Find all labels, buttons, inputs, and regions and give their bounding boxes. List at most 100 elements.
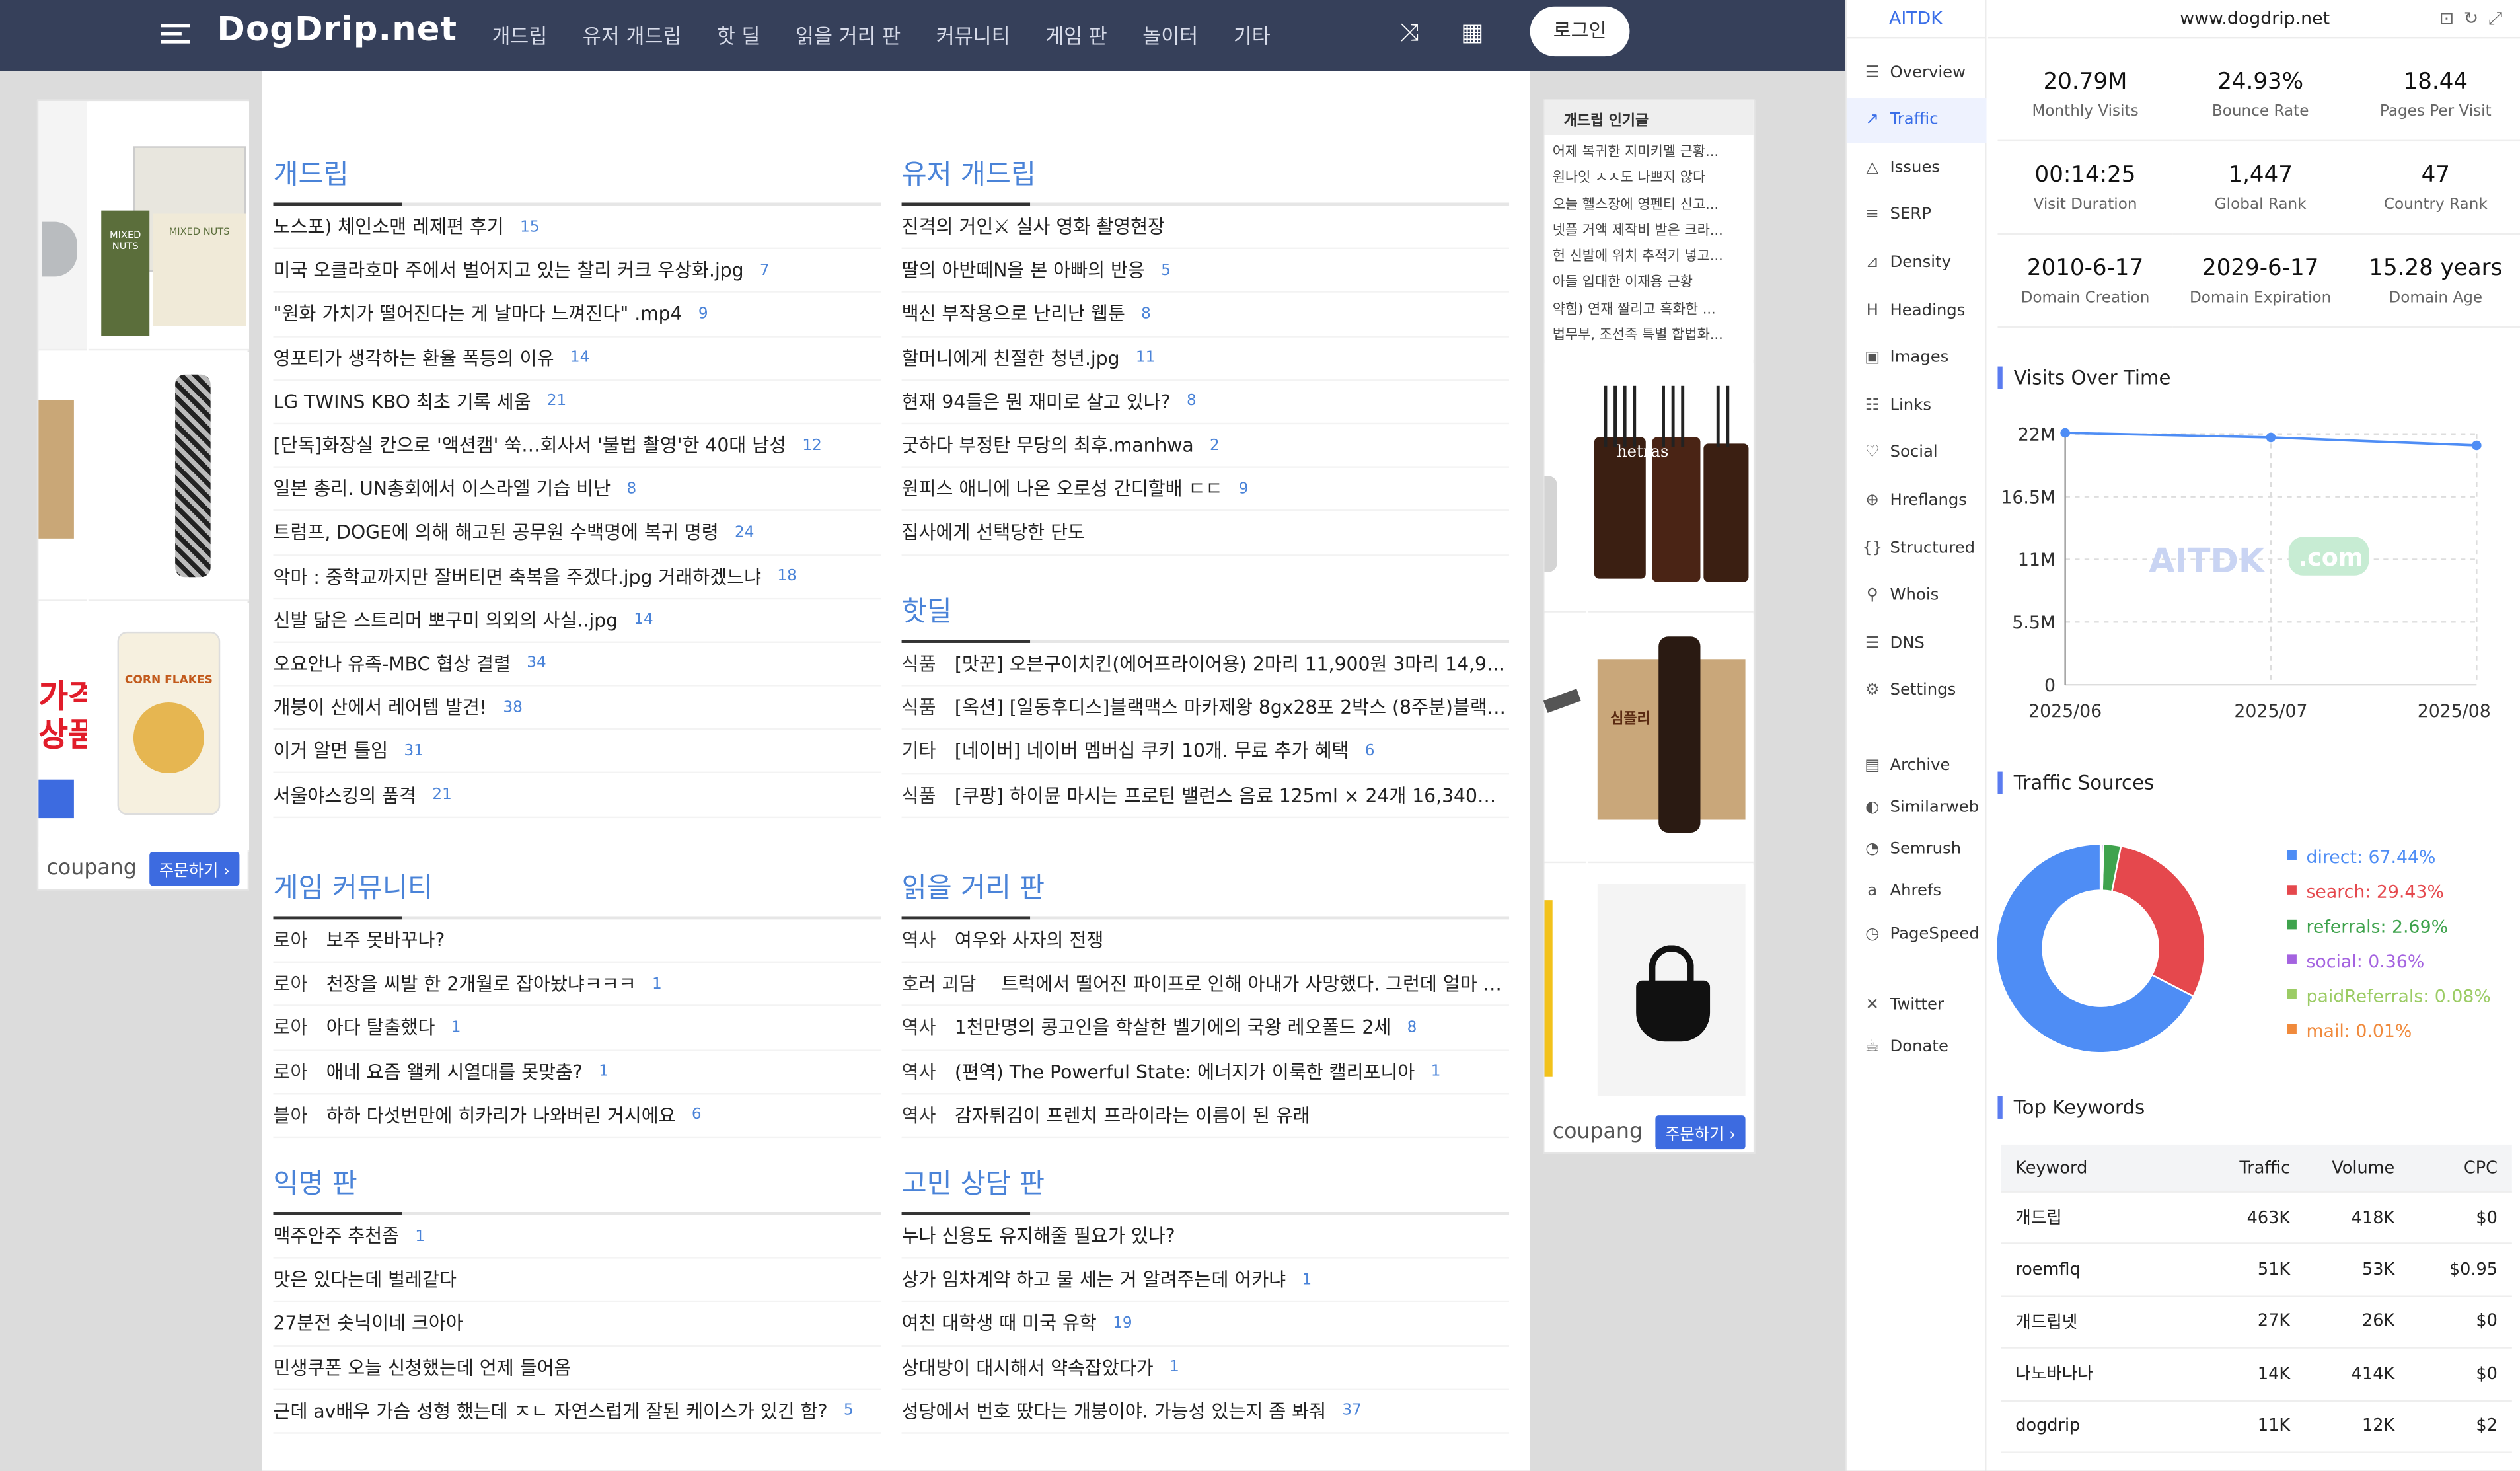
section-title[interactable]: 고민 상담 판 — [902, 1157, 1509, 1212]
sidebar-item-headings[interactable]: H Headings — [1847, 287, 1987, 332]
post-title[interactable]: 민생쿠폰 오늘 신청했는데 언제 들어옴 — [274, 1355, 572, 1380]
post-title[interactable]: 노스포) 체인소맨 레제편 후기 — [274, 214, 504, 240]
post-row[interactable]: 기타 [네이버] 네이버 멤버십 쿠키 10개. 무료 추가 혜택 6 — [901, 730, 1510, 774]
post-row[interactable]: 맛은 있다는데 벌레같다 — [273, 1259, 881, 1303]
order-button[interactable]: 주문하기 › — [1655, 1114, 1746, 1149]
post-title[interactable]: 맛은 있다는데 벌레같다 — [274, 1267, 457, 1293]
post-title[interactable]: 보주 못바꾸나? — [326, 928, 445, 954]
post-row[interactable]: 역사 1천만명의 콩고인을 학살한 벨기에의 국왕 레오폴드 2세 8 — [901, 1007, 1510, 1051]
post-title[interactable]: 딸의 아반떼N을 본 아빠의 반응 — [902, 258, 1145, 283]
expand-icon[interactable]: ⤢ — [2488, 8, 2512, 29]
post-title[interactable]: [옥션] [일동후디스]블랙맥스 마카제왕 8gx28포 2박스 (8주분)블랙… — [955, 695, 1509, 720]
popular-item[interactable]: 넷플 거액 제작비 받은 크라... — [1545, 213, 1754, 240]
sidebar-item-structured[interactable]: {} Structured — [1847, 525, 1987, 570]
post-row[interactable]: 진격의 거인⚔ 실사 영화 촬영현장 — [901, 206, 1510, 250]
post-title[interactable]: 굿하다 부정탄 무당의 최후.manhwa — [902, 432, 1194, 458]
post-row[interactable]: 집사에게 선택당한 단도 — [901, 511, 1510, 556]
table-row[interactable]: roemflq 51K 53K $0.95 — [2001, 1245, 2512, 1297]
left-ad-banner[interactable]: MIXED NUTS MIXED NUTS 가격 상품 CORN FLAKES … — [36, 99, 250, 891]
table-row[interactable]: dogdrip 11K 12K $2 — [2001, 1401, 2512, 1453]
post-row[interactable]: LG TWINS KBO 최초 기록 세움 21 — [273, 381, 881, 425]
post-title[interactable]: 원피스 애니에 나온 오로성 간디할배 ㄷㄷ — [902, 476, 1223, 502]
post-row[interactable]: 백신 부작용으로 난리난 웹툰 8 — [901, 293, 1510, 337]
post-title[interactable]: 하하 다섯번만에 히카리가 나와버린 거시에요 — [326, 1102, 676, 1128]
popular-item[interactable]: 법무부, 조선족 특별 합법화... — [1545, 319, 1754, 345]
post-title[interactable]: 근데 av배우 가슴 성형 했는데 ㅈㄴ 자연스럽게 잘된 케이스가 있긴 함? — [274, 1398, 828, 1424]
post-title[interactable]: 영포티가 생각하는 환율 폭등의 이유 — [274, 345, 554, 371]
post-row[interactable]: 누나 신용도 유지해줄 필요가 있나? — [901, 1215, 1510, 1260]
post-title[interactable]: [단독]화장실 칸으로 '액션캠' 쑥…회사서 '불법 촬영'한 40대 남성 — [274, 432, 787, 458]
post-row[interactable]: 서울야스킹의 품격 21 — [273, 774, 881, 818]
post-row[interactable]: 27분전 솟닉이네 크아아 — [273, 1302, 881, 1347]
nav-item[interactable]: 커뮤니티 — [936, 19, 1010, 50]
post-row[interactable]: [단독]화장실 칸으로 '액션캠' 쑥…회사서 '불법 촬영'한 40대 남성 1… — [273, 424, 881, 469]
sidebar-item-archive[interactable]: ▤ Archive — [1847, 743, 1987, 788]
post-title[interactable]: "원화 가치가 떨어진다는 게 날마다 느껴진다" .mp4 — [274, 301, 683, 327]
sidebar-item-twitter[interactable]: ✕ Twitter — [1847, 982, 1987, 1027]
post-row[interactable]: 식품 [쿠팡] 하이뮨 마시는 프로틴 밸런스 음료 125ml × 24개 16… — [901, 774, 1510, 818]
post-row[interactable]: 현재 94들은 뭔 재미로 살고 있나? 8 — [901, 381, 1510, 425]
aitdk-brand[interactable]: AITDK — [1846, 0, 1985, 39]
post-title[interactable]: 성당에서 번호 땄다는 개붕이야. 가능성 있는지 좀 봐줘 — [902, 1398, 1327, 1424]
sidebar-item-dns[interactable]: ☰ DNS — [1847, 621, 1987, 665]
post-row[interactable]: 호러 괴담 트럭에서 떨어진 파이프로 인해 아내가 사망했다. 그런데 얼마 뒤… — [901, 963, 1510, 1007]
sidebar-item-overview[interactable]: ☰ Overview — [1847, 50, 1987, 94]
post-row[interactable]: 성당에서 번호 땄다는 개붕이야. 가능성 있는지 좀 봐줘 37 — [901, 1390, 1510, 1434]
section-title[interactable]: 유저 개드립 — [902, 148, 1509, 203]
post-row[interactable]: 상대방이 대시해서 약속잡았다가 1 — [901, 1346, 1510, 1390]
nav-item[interactable]: 개드립 — [492, 19, 547, 50]
post-title[interactable]: 천장을 씨발 한 2개월로 잡아놨냐ㅋㅋㅋ — [326, 971, 636, 997]
shuffle-icon[interactable]: ⤨ — [1400, 18, 1419, 47]
post-row[interactable]: 역사 감자튀김이 프렌치 프라이라는 이름이 된 유래 — [901, 1094, 1510, 1138]
post-row[interactable]: 일본 총리. UN총회에서 이스라엘 기습 비난 8 — [273, 468, 881, 512]
post-title[interactable]: 악마 : 중학교까지만 잘버티면 축복을 주겠다.jpg 거래하겠느냐 — [274, 564, 762, 589]
collapse-icon[interactable]: ⊡ — [2439, 8, 2464, 29]
post-row[interactable]: 미국 오클라호마 주에서 벌어지고 있는 찰리 커크 우상화.jpg 7 — [273, 249, 881, 293]
post-row[interactable]: 맥주안주 추천좀 1 — [273, 1215, 881, 1260]
sidebar-item-whois[interactable]: ⚲ Whois — [1847, 573, 1987, 618]
post-row[interactable]: 식품 [맛꾼] 오븐구이치킨(에어프라이어용) 2마리 11,900원 3마리 1… — [901, 643, 1510, 687]
post-row[interactable]: 로아 보주 못바꾸나? — [273, 919, 881, 963]
popular-item[interactable]: 어제 복귀한 지미키멜 근황... — [1545, 135, 1754, 161]
post-row[interactable]: 로아 애네 요즘 왤케 시열대를 못맞춤? 1 — [273, 1051, 881, 1094]
sidebar-item-links[interactable]: ☷ Links — [1847, 383, 1987, 428]
post-row[interactable]: 역사 여우와 사자의 전쟁 — [901, 919, 1510, 963]
post-title[interactable]: 감자튀김이 프렌치 프라이라는 이름이 된 유래 — [955, 1102, 1310, 1128]
post-row[interactable]: 원피스 애니에 나온 오로성 간디할배 ㄷㄷ 9 — [901, 468, 1510, 512]
nav-item[interactable]: 유저 개드립 — [583, 19, 682, 50]
section-title[interactable]: 게임 커뮤니티 — [274, 862, 881, 917]
sidebar-item-issues[interactable]: △ Issues — [1847, 145, 1987, 190]
post-row[interactable]: 개붕이 산에서 레어템 발견! 38 — [273, 687, 881, 730]
post-row[interactable]: 노스포) 체인소맨 레제편 후기 15 — [273, 206, 881, 250]
post-title[interactable]: 서울야스킹의 품격 — [274, 782, 417, 808]
post-title[interactable]: [네이버] 네이버 멤버십 쿠키 10개. 무료 추가 혜택 — [955, 739, 1349, 765]
section-title[interactable]: 개드립 — [274, 148, 881, 203]
menu-icon[interactable] — [161, 19, 190, 48]
sidebar-item-similarweb[interactable]: ◐ Similarweb — [1847, 785, 1987, 830]
post-title[interactable]: (편역) The Powerful State: 에너지가 이룩한 캘리포니아 — [955, 1059, 1415, 1084]
post-title[interactable]: LG TWINS KBO 최초 기록 세움 — [274, 389, 531, 414]
post-row[interactable]: 여친 대학생 때 미국 유학 19 — [901, 1302, 1510, 1347]
post-row[interactable]: 굿하다 부정탄 무당의 최후.manhwa 2 — [901, 424, 1510, 469]
post-row[interactable]: 악마 : 중학교까지만 잘버티면 축복을 주겠다.jpg 거래하겠느냐 18 — [273, 555, 881, 599]
post-title[interactable]: 누나 신용도 유지해줄 필요가 있나? — [902, 1223, 1175, 1249]
order-button[interactable]: 주문하기 › — [149, 850, 240, 886]
post-row[interactable]: 이거 알면 틀임 31 — [273, 730, 881, 774]
post-title[interactable]: 일본 총리. UN총회에서 이스라엘 기습 비난 — [274, 476, 611, 502]
post-row[interactable]: 오요안나 유족-MBC 협상 결렬 34 — [273, 643, 881, 687]
post-title[interactable]: 상대방이 대시해서 약속잡았다가 — [902, 1355, 1154, 1380]
post-title[interactable]: 애네 요즘 왤케 시열대를 못맞춤? — [326, 1059, 583, 1084]
post-title[interactable]: 아다 탈출했다 — [326, 1015, 435, 1041]
sidebar-item-semrush[interactable]: ◔ Semrush — [1847, 827, 1987, 872]
post-title[interactable]: 미국 오클라호마 주에서 벌어지고 있는 찰리 커크 우상화.jpg — [274, 258, 744, 283]
sidebar-item-images[interactable]: ▣ Images — [1847, 335, 1987, 380]
post-row[interactable]: "원화 가치가 떨어진다는 게 날마다 느껴진다" .mp4 9 — [273, 293, 881, 337]
section-title[interactable]: 익명 판 — [274, 1157, 881, 1212]
login-button[interactable]: 로그인 — [1530, 6, 1630, 57]
post-title[interactable]: 트럼프, DOGE에 의해 해고된 공무원 수백명에 복귀 명령 — [274, 520, 719, 546]
post-title[interactable]: 현재 94들은 뭔 재미로 살고 있나? — [902, 389, 1171, 414]
nav-item[interactable]: 놀이터 — [1142, 19, 1198, 50]
post-title[interactable]: 신발 닮은 스트리머 뽀구미 의외의 사실..jpg — [274, 607, 618, 633]
post-row[interactable]: 식품 [옥션] [일동후디스]블랙맥스 마카제왕 8gx28포 2박스 (8주분)… — [901, 687, 1510, 731]
post-title[interactable]: 집사에게 선택당한 단도 — [902, 520, 1085, 546]
